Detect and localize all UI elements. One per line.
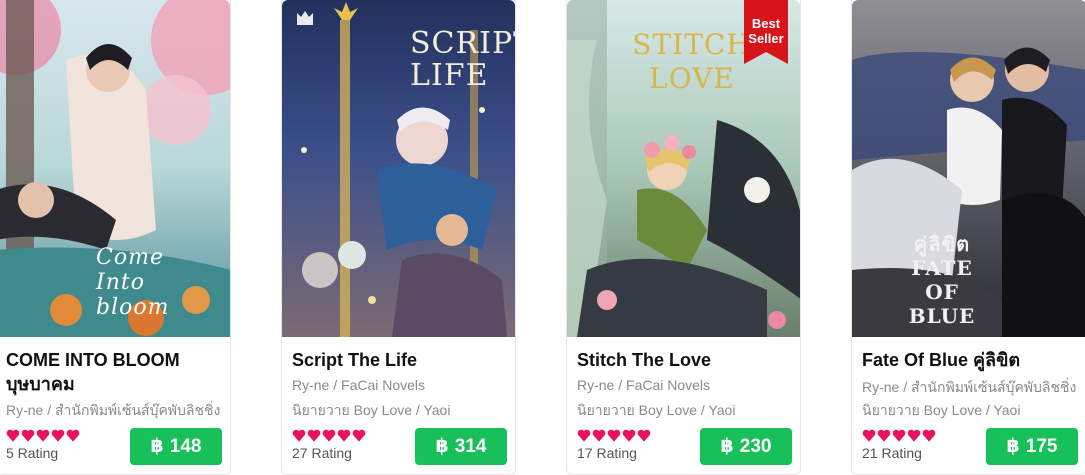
price-button[interactable]: ฿ 148 (130, 428, 222, 465)
book-byline[interactable]: Ry-ne / FaCai Novels (577, 377, 797, 393)
book-card[interactable]: STITCH LOVE Best Seller Stitch The Love … (566, 0, 801, 475)
heart-icon (337, 429, 351, 442)
cover-title-text: SCRIPT LIFE (410, 26, 515, 93)
book-cover-image[interactable]: SCRIPT LIFE (282, 0, 515, 337)
book-category[interactable]: นิยายวาย Boy Love / Yaoi (577, 400, 797, 422)
book-byline[interactable]: Ry-ne / สำนักพิมพ์เซ้นส์บุ๊คพับลิชชิ่ง (862, 377, 1082, 399)
book-card[interactable]: Come Into bloom COME INTO BLOOM บุษบาคม … (0, 0, 231, 475)
price-value: 148 (169, 435, 202, 457)
book-byline[interactable]: Ry-ne / สำนักพิมพ์เซ้นส์บุ๊คพับลิชชิ่ง (6, 400, 226, 422)
star-rating (862, 429, 936, 445)
price-button[interactable]: ฿ 230 (700, 428, 792, 465)
badge-label: Best Seller (748, 16, 784, 46)
heart-icon (877, 429, 891, 442)
book-cover-image[interactable]: STITCH LOVE Best Seller (567, 0, 800, 337)
price-value: 314 (454, 435, 487, 457)
book-cover-image[interactable]: คู่ลิขิต FATE OF BLUE (852, 0, 1085, 337)
heart-icon (307, 429, 321, 442)
heart-icon (607, 429, 621, 442)
heart-icon (51, 429, 65, 442)
book-cover-image[interactable]: Come Into bloom (0, 0, 230, 337)
currency-symbol: ฿ (435, 436, 449, 457)
heart-icon (637, 429, 651, 442)
price-value: 175 (1025, 435, 1058, 457)
book-card[interactable]: คู่ลิขิต FATE OF BLUE Fate Of Blue คู่ลิ… (851, 0, 1085, 475)
price-value: 230 (739, 435, 772, 457)
price-button[interactable]: ฿ 175 (986, 428, 1078, 465)
star-rating (6, 429, 80, 445)
star-rating (292, 429, 366, 445)
rating-count: 5 Rating (6, 445, 59, 461)
heart-icon (322, 429, 336, 442)
book-category[interactable]: นิยายวาย Boy Love / Yaoi (862, 400, 1082, 422)
heart-icon (622, 429, 636, 442)
heart-icon (892, 429, 906, 442)
rating-count: 17 Rating (577, 445, 637, 461)
currency-symbol: ฿ (720, 436, 734, 457)
price-button[interactable]: ฿ 314 (415, 428, 507, 465)
book-title[interactable]: Stitch The Love (577, 348, 792, 372)
rating-count: 27 Rating (292, 445, 352, 461)
book-title[interactable]: COME INTO BLOOM บุษบาคม (6, 348, 221, 396)
heart-icon (66, 429, 80, 442)
publisher-logo-icon (297, 11, 313, 25)
book-title[interactable]: Script The Life (292, 348, 507, 372)
heart-icon (592, 429, 606, 442)
book-category[interactable]: นิยายวาย Boy Love / Yaoi (292, 400, 512, 422)
book-title[interactable]: Fate Of Blue คู่ลิขิต (862, 348, 1077, 372)
heart-icon (21, 429, 35, 442)
cover-title-text: คู่ลิขิต FATE OF BLUE (908, 232, 976, 328)
currency-symbol: ฿ (1006, 436, 1020, 457)
heart-icon (6, 429, 20, 442)
heart-icon (922, 429, 936, 442)
best-seller-badge: Best Seller (744, 0, 788, 64)
heart-icon (907, 429, 921, 442)
currency-symbol: ฿ (150, 436, 164, 457)
heart-icon (862, 429, 876, 442)
heart-icon (292, 429, 306, 442)
cover-title-text: STITCH LOVE (632, 28, 752, 95)
star-rating (577, 429, 651, 445)
heart-icon (36, 429, 50, 442)
book-byline[interactable]: Ry-ne / FaCai Novels (292, 377, 512, 393)
book-card[interactable]: SCRIPT LIFE Script The Life Ry-ne / FaCa… (281, 0, 516, 475)
heart-icon (352, 429, 366, 442)
rating-count: 21 Rating (862, 445, 922, 461)
heart-icon (577, 429, 591, 442)
cover-title-text: Come Into bloom (96, 245, 170, 320)
